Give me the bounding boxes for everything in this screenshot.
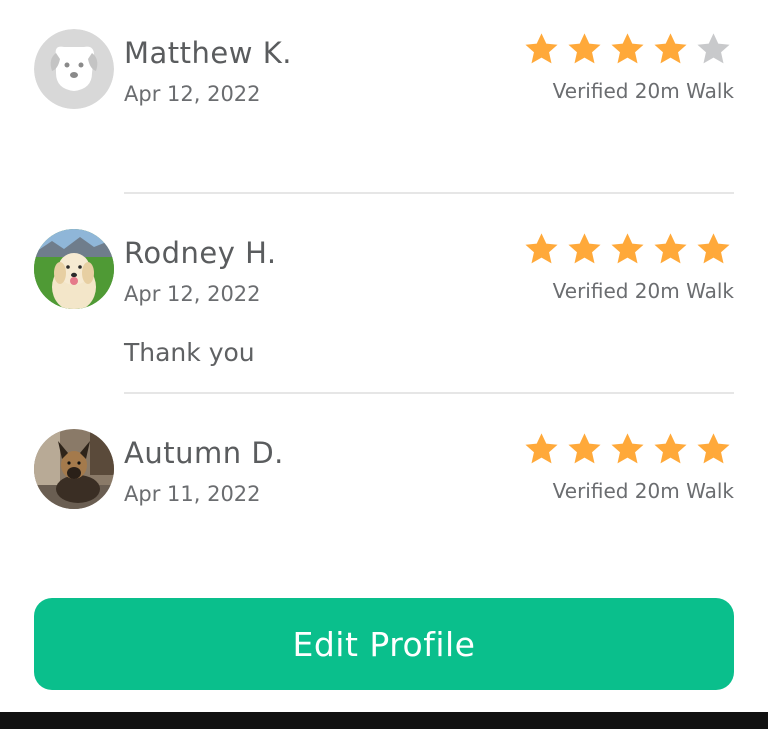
golden-retriever-photo (34, 229, 114, 309)
bottom-bar (0, 712, 768, 729)
star-rating (523, 231, 732, 268)
star-filled-icon (697, 233, 730, 264)
star-filled-icon (525, 233, 558, 264)
star-filled-icon (525, 33, 558, 64)
avatar[interactable] (34, 229, 114, 309)
star-filled-icon (654, 233, 687, 264)
verified-label: Verified 20m Walk (552, 479, 734, 503)
star-filled-icon (654, 33, 687, 64)
dog-placeholder-icon (34, 29, 114, 109)
star-filled-icon (654, 433, 687, 464)
star-filled-icon (697, 433, 730, 464)
avatar[interactable] (34, 29, 114, 109)
review-comment: Thank you (124, 338, 255, 367)
star-filled-icon (611, 433, 644, 464)
verified-label: Verified 20m Walk (552, 79, 734, 103)
review-date: Apr 12, 2022 (124, 282, 261, 306)
star-empty-icon (697, 33, 730, 64)
reviewer-name: Rodney H. (124, 236, 277, 270)
divider (124, 392, 734, 394)
star-filled-icon (611, 233, 644, 264)
star-filled-icon (568, 33, 601, 64)
review-date: Apr 12, 2022 (124, 82, 261, 106)
star-filled-icon (611, 33, 644, 64)
star-rating (523, 431, 732, 468)
star-filled-icon (568, 233, 601, 264)
reviewer-name: Matthew K. (124, 36, 292, 70)
shepherd-dog-photo (34, 429, 114, 509)
edit-profile-button[interactable]: Edit Profile (34, 598, 734, 690)
reviewer-name: Autumn D. (124, 436, 284, 470)
review-date: Apr 11, 2022 (124, 482, 261, 506)
star-filled-icon (568, 433, 601, 464)
divider (124, 192, 734, 194)
star-rating (523, 31, 732, 68)
avatar[interactable] (34, 429, 114, 509)
verified-label: Verified 20m Walk (552, 279, 734, 303)
star-filled-icon (525, 433, 558, 464)
